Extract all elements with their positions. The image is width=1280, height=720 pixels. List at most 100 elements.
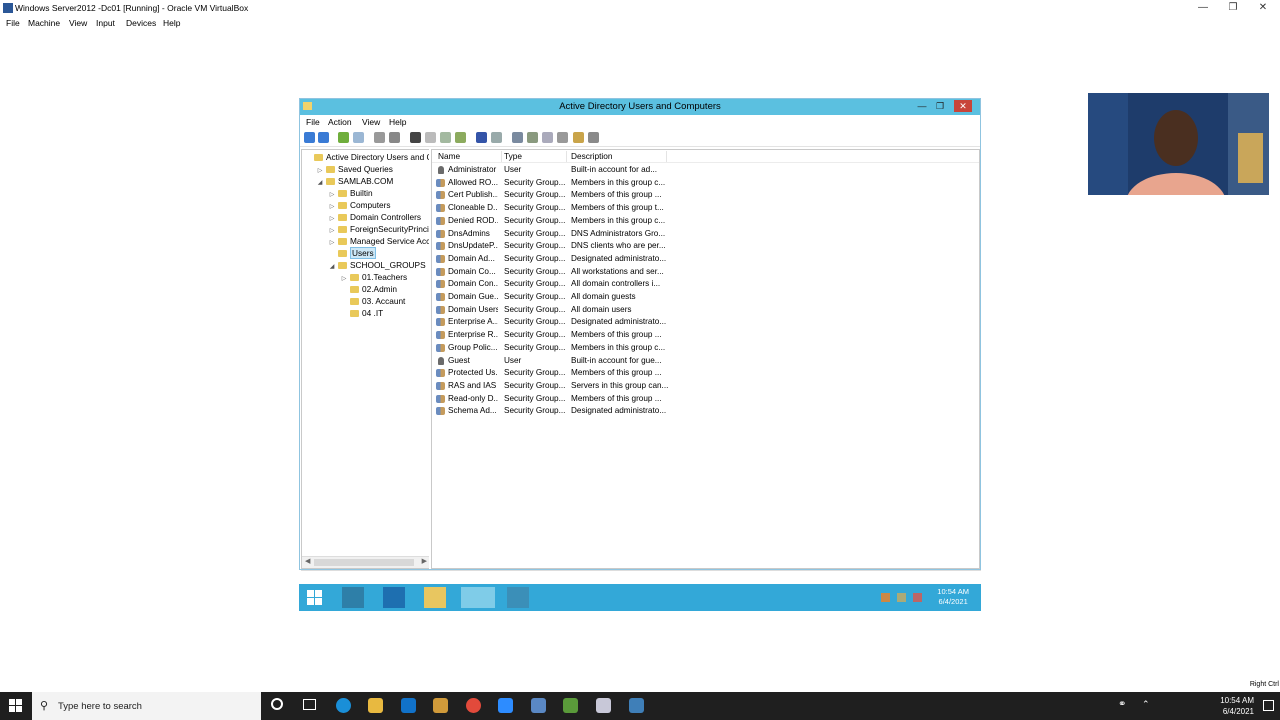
chevron-up-icon[interactable]: ⌃: [1142, 699, 1150, 710]
volume-icon[interactable]: [913, 593, 922, 602]
back-icon[interactable]: [304, 132, 315, 143]
delete-icon[interactable]: [410, 132, 421, 143]
start-icon[interactable]: [304, 587, 326, 608]
menu-view[interactable]: View: [69, 18, 87, 28]
menu-input[interactable]: Input: [96, 18, 115, 28]
cortana-icon[interactable]: [271, 698, 283, 710]
list-row[interactable]: Cloneable D... Security Group... Members o…: [432, 202, 672, 215]
list-row[interactable]: Enterprise A... Security Group... Designat…: [432, 316, 672, 329]
host-clock[interactable]: 10:54 AM 6/4/2021: [1220, 695, 1254, 717]
list-row[interactable]: DnsUpdateP... Security Group... DNS client…: [432, 240, 672, 253]
menu-file[interactable]: File: [306, 117, 320, 127]
tree-node[interactable]: ▷ Computers: [328, 199, 391, 211]
taskbar-search-box[interactable]: ⚲ Type here to search: [32, 692, 261, 720]
tree-node[interactable]: ▷ 01.Teachers: [340, 271, 408, 283]
media-icon[interactable]: [433, 698, 448, 713]
mail-icon[interactable]: [401, 698, 416, 713]
view-icon[interactable]: [491, 132, 502, 143]
guest-clock[interactable]: 10:54 AM 6/4/2021: [937, 587, 969, 607]
app3-icon[interactable]: [596, 698, 611, 713]
list-row[interactable]: Cert Publish... Security Group... Members …: [432, 189, 672, 202]
tree-node[interactable]: ▷ Builtin: [328, 187, 373, 199]
find-icon[interactable]: [573, 132, 584, 143]
list-row[interactable]: Group Polic... Security Group... Members i…: [432, 342, 672, 355]
app2-icon[interactable]: [563, 698, 578, 713]
action-center-icon[interactable]: [881, 593, 890, 602]
tree-node[interactable]: ▷ Saved Queries: [316, 163, 393, 175]
menu-help[interactable]: Help: [389, 117, 406, 127]
app-taskbar-icon[interactable]: [507, 587, 529, 608]
tree-node[interactable]: 02.Admin: [340, 283, 397, 295]
filter-icon[interactable]: [557, 132, 568, 143]
virtualbox-taskbar-icon[interactable]: [629, 698, 644, 713]
help-icon[interactable]: [476, 132, 487, 143]
people-icon[interactable]: ⚭: [1118, 699, 1126, 710]
app-icon[interactable]: [531, 698, 546, 713]
tree-node[interactable]: 04 .IT: [340, 307, 383, 319]
restore-icon[interactable]: ❐: [1226, 1, 1240, 15]
tree-node[interactable]: Active Directory Users and Com: [304, 151, 429, 163]
properties-icon[interactable]: [425, 132, 436, 143]
refresh-icon[interactable]: [440, 132, 451, 143]
new-group-icon[interactable]: [527, 132, 538, 143]
column-description[interactable]: Description: [567, 151, 667, 162]
network-icon[interactable]: [897, 593, 906, 602]
powershell-icon[interactable]: [383, 587, 405, 608]
menu-file[interactable]: File: [6, 18, 20, 28]
notifications-icon[interactable]: [1263, 700, 1274, 711]
task-view-icon[interactable]: [303, 699, 316, 710]
chrome-icon[interactable]: [466, 698, 481, 713]
edge-icon[interactable]: [336, 698, 351, 713]
list-row[interactable]: Read-only D... Security Group... Members o…: [432, 393, 672, 406]
list-row[interactable]: Protected Us... Security Group... Members …: [432, 367, 672, 380]
list-row[interactable]: Domain Ad... Security Group... Designated …: [432, 253, 672, 266]
file-explorer-icon[interactable]: [424, 587, 446, 608]
copy-icon[interactable]: [389, 132, 400, 143]
up-level-icon[interactable]: [338, 132, 349, 143]
server-manager-icon[interactable]: [342, 587, 364, 608]
minimize-icon[interactable]: —: [914, 100, 930, 112]
tree-node[interactable]: ◢ SCHOOL_GROUPS: [328, 259, 426, 271]
close-icon[interactable]: ✕: [954, 100, 972, 112]
list-row[interactable]: Allowed RO... Security Group... Members in…: [432, 177, 672, 190]
expand-icon[interactable]: ◢: [316, 177, 324, 189]
tree-node[interactable]: ▷ Domain Controllers: [328, 211, 421, 223]
forward-icon[interactable]: [318, 132, 329, 143]
list-row[interactable]: Schema Ad... Security Group... Designated …: [432, 405, 672, 418]
expand-icon[interactable]: ◢: [328, 261, 336, 273]
tree-node[interactable]: ◢ SAMLAB.COM: [316, 175, 394, 189]
tree-node[interactable]: 03. Accaunt: [340, 295, 405, 307]
menu-machine[interactable]: Machine: [28, 18, 60, 28]
file-explorer-icon[interactable]: [368, 698, 383, 713]
add-to-group-icon[interactable]: [588, 132, 599, 143]
new-ou-icon[interactable]: [542, 132, 553, 143]
scroll-left-icon[interactable]: ◀: [305, 557, 310, 565]
scroll-right-icon[interactable]: ▶: [422, 557, 427, 565]
tree-horizontal-scrollbar[interactable]: ◀ ▶: [302, 556, 429, 568]
restore-icon[interactable]: ❐: [932, 100, 948, 112]
new-user-icon[interactable]: [512, 132, 523, 143]
list-row[interactable]: DnsAdmins Security Group... DNS Administra…: [432, 228, 672, 241]
tree-node[interactable]: Users: [328, 247, 376, 259]
menu-devices[interactable]: Devices: [126, 18, 156, 28]
menu-action[interactable]: Action: [328, 117, 352, 127]
column-name[interactable]: Name: [434, 151, 502, 162]
aduc-taskbar-icon[interactable]: [461, 587, 495, 608]
list-row[interactable]: Denied ROD... Security Group... Members in…: [432, 215, 672, 228]
list-row[interactable]: Enterprise R... Security Group... Members …: [432, 329, 672, 342]
tree-node[interactable]: ▷Managed Service Accour: [328, 235, 429, 247]
show-tree-icon[interactable]: [353, 132, 364, 143]
list-row[interactable]: Guest User Built-in account for gue...: [432, 355, 672, 368]
list-row[interactable]: Administrator User Built-in account for ad…: [432, 164, 672, 177]
scroll-thumb[interactable]: [314, 559, 414, 566]
list-row[interactable]: Domain Con... Security Group... All domain…: [432, 278, 672, 291]
minimize-icon[interactable]: —: [1196, 1, 1210, 15]
list-row[interactable]: Domain Co... Security Group... All worksta…: [432, 266, 672, 279]
close-icon[interactable]: ✕: [1256, 1, 1270, 15]
windows-start-icon[interactable]: [9, 699, 23, 715]
list-row[interactable]: Domain Users Security Group... All domain …: [432, 304, 672, 317]
tree-node[interactable]: ▷ForeignSecurityPrincipals: [328, 223, 429, 235]
export-list-icon[interactable]: [455, 132, 466, 143]
column-type[interactable]: Type: [500, 151, 567, 162]
menu-view[interactable]: View: [362, 117, 380, 127]
